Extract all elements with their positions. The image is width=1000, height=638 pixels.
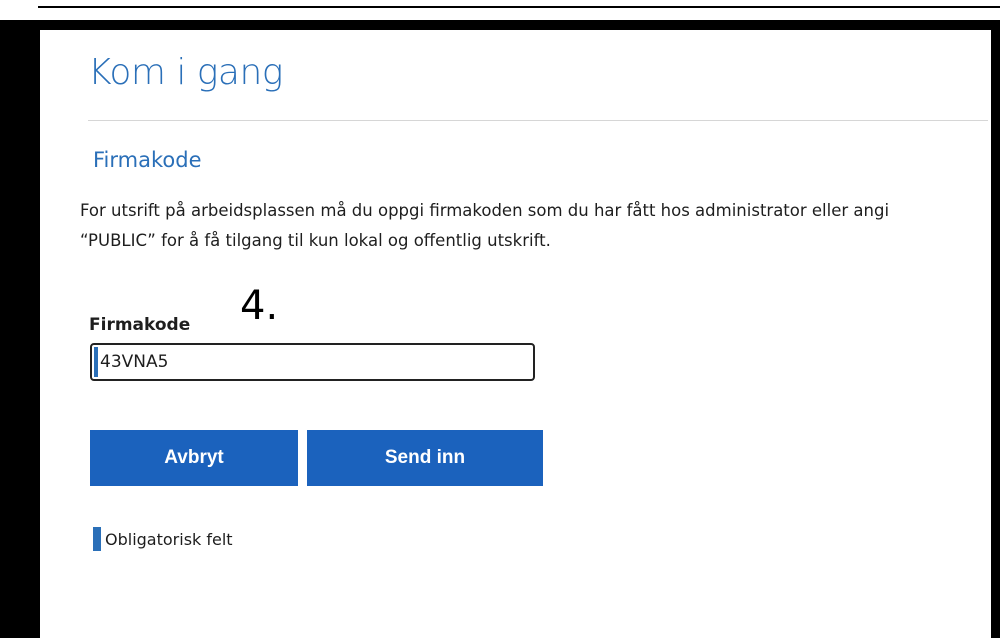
step-annotation: 4. (240, 283, 279, 329)
window-top-border (0, 20, 1000, 30)
section-description: For utsrift på arbeidsplassen må du oppg… (80, 201, 890, 250)
required-note-text: Obligatorisk felt (105, 529, 233, 549)
section-title: Firmakode (93, 148, 202, 172)
cancel-button[interactable]: Avbryt (90, 430, 298, 486)
window-right-border (991, 20, 1000, 638)
screenshot-frame: Kom i gang Firmakode For utsrift på arbe… (0, 0, 1000, 638)
submit-button[interactable]: Send inn (307, 430, 543, 486)
required-indicator (94, 347, 98, 377)
dialog-content: Kom i gang Firmakode For utsrift på arbe… (40, 30, 991, 638)
top-border-line (38, 6, 1000, 8)
company-code-label: Firmakode (89, 315, 191, 335)
required-field-note: Obligatorisk felt (93, 527, 233, 551)
company-code-input[interactable] (100, 349, 520, 375)
title-divider (88, 120, 988, 121)
page-title: Kom i gang (88, 52, 283, 93)
required-marker (93, 527, 101, 551)
company-code-field[interactable] (90, 343, 535, 381)
window-left-border (0, 20, 40, 638)
